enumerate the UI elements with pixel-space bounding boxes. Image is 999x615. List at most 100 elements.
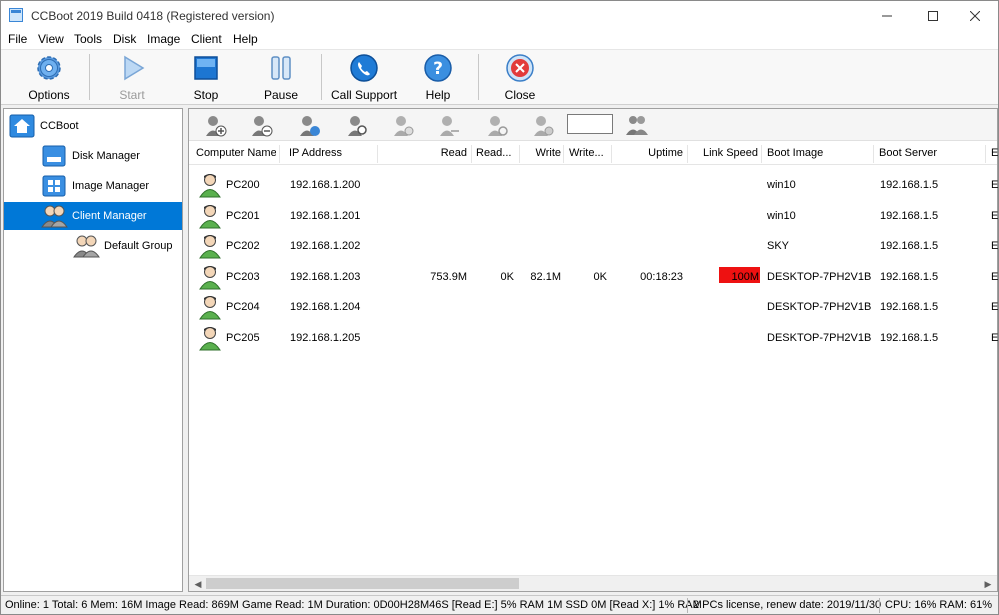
- cell-name: PC202: [226, 240, 260, 253]
- table-row[interactable]: PC203 192.168.1.203 753.9M 0K 82.1M 0K 00:18:2…: [189, 262, 998, 293]
- client-pc-icon: [199, 265, 221, 290]
- cell-name: PC201: [226, 209, 260, 222]
- toolbar-separator: [89, 54, 90, 100]
- menu-tools[interactable]: Tools: [74, 32, 102, 46]
- grid-header: Computer Name IP Address Read Read... Wr…: [189, 143, 999, 165]
- client-tool-icon[interactable]: [391, 113, 415, 137]
- title-bar[interactable]: CCBoot 2019 Build 0418 (Registered versi…: [1, 1, 998, 31]
- close-window-button[interactable]: [952, 1, 998, 31]
- add-client-icon[interactable]: [203, 113, 227, 137]
- table-row[interactable]: PC205 192.168.1.205 DESKTOP-7PH2V1B 192.168…: [189, 323, 999, 354]
- cell-extra: E: [991, 209, 999, 222]
- header-boot-image[interactable]: Boot Image: [767, 147, 867, 159]
- stop-button[interactable]: Stop: [183, 53, 229, 103]
- header-divider: [611, 145, 612, 163]
- client-list-panel: Computer Name IP Address Read Read... Wr…: [188, 108, 998, 592]
- cell-extra: E: [991, 332, 999, 344]
- header-extra[interactable]: E: [991, 147, 999, 159]
- header-link-speed[interactable]: Link Speed: [694, 147, 758, 159]
- cell-boot-server: 192.168.1.5: [880, 209, 939, 222]
- menu-help[interactable]: Help: [233, 32, 258, 46]
- maximize-icon: [928, 11, 938, 21]
- cell-ip: 192.168.1.201: [290, 209, 361, 222]
- header-read[interactable]: Read: [419, 147, 467, 159]
- edit-client-icon[interactable]: [297, 113, 321, 137]
- cell-read-speed: 0K: [500, 270, 514, 283]
- header-read-speed[interactable]: Read...: [476, 147, 518, 159]
- header-uptime[interactable]: Uptime: [629, 147, 683, 159]
- header-divider: [471, 145, 472, 163]
- search-client-icon[interactable]: [345, 113, 369, 137]
- table-row[interactable]: PC204 192.168.1.204 DESKTOP-7PH2V1B 192.168…: [189, 292, 999, 323]
- status-divider: [687, 598, 688, 613]
- close-button[interactable]: Close: [497, 53, 543, 103]
- menu-client[interactable]: Client: [191, 32, 222, 46]
- scroll-thumb[interactable]: [206, 578, 519, 589]
- remove-client-icon[interactable]: [249, 113, 273, 137]
- tree-item-image-manager[interactable]: Image Manager: [40, 172, 149, 200]
- maximize-button[interactable]: [910, 1, 956, 31]
- client-group-icon[interactable]: [625, 113, 649, 137]
- minimize-button[interactable]: [864, 1, 910, 31]
- cell-uptime: 00:18:23: [640, 270, 683, 283]
- header-write-speed[interactable]: Write...: [569, 147, 609, 159]
- cell-boot-server: 192.168.1.5: [880, 332, 939, 344]
- cell-boot-image: SKY: [767, 240, 790, 253]
- disk-manager-icon: [42, 145, 66, 167]
- header-write[interactable]: Write: [524, 147, 561, 159]
- cell-name: PC205: [226, 332, 260, 344]
- cell-extra: E: [991, 240, 999, 253]
- table-row[interactable]: PC200 192.168.1.200 win10 192.168.1.5 E: [189, 170, 998, 201]
- header-divider: [279, 145, 280, 163]
- image-manager-icon: [42, 175, 66, 197]
- menu-view[interactable]: View: [38, 32, 64, 46]
- cell-extra: E: [991, 301, 999, 314]
- call-support-button[interactable]: Call Support: [331, 53, 397, 103]
- pause-button[interactable]: Pause: [257, 53, 305, 103]
- tree-item-client-manager[interactable]: Client Manager: [4, 202, 182, 230]
- client-pc-icon: [199, 235, 221, 259]
- menu-disk[interactable]: Disk: [113, 32, 136, 46]
- cell-ip: 192.168.1.202: [290, 240, 361, 253]
- cell-boot-image: DESKTOP-7PH2V1B: [767, 332, 872, 344]
- menu-image[interactable]: Image: [147, 32, 180, 46]
- cell-boot-server: 192.168.1.5: [880, 301, 939, 314]
- close-icon: [970, 11, 980, 21]
- cell-name: PC200: [226, 179, 260, 191]
- options-button[interactable]: Options: [23, 53, 75, 103]
- status-bar: Online: 1 Total: 6 Mem: 16M Image Read: …: [1, 595, 998, 614]
- status-divider: [879, 598, 880, 613]
- header-computer-name[interactable]: Computer Name: [196, 147, 276, 159]
- scroll-left-icon[interactable]: ◀: [191, 577, 205, 591]
- group-icon: [73, 235, 100, 258]
- client-refresh-icon[interactable]: [485, 113, 509, 137]
- header-ip-address[interactable]: IP Address: [289, 147, 379, 159]
- start-button[interactable]: Start: [109, 53, 155, 103]
- cell-boot-image: win10: [767, 179, 796, 191]
- status-cpu: CPU: 16% RAM: 61%: [885, 599, 992, 611]
- pause-icon: [271, 56, 291, 80]
- cell-boot-server: 192.168.1.5: [880, 179, 939, 191]
- header-divider: [687, 145, 688, 163]
- cell-read: 753.9M: [430, 270, 467, 283]
- menu-file[interactable]: File: [8, 32, 27, 46]
- header-boot-server[interactable]: Boot Server: [879, 147, 969, 159]
- minimize-icon: [882, 15, 892, 17]
- client-settings-icon[interactable]: [531, 113, 555, 137]
- cell-name: PC204: [226, 301, 260, 314]
- cell-boot-server: 192.168.1.5: [880, 240, 939, 253]
- cell-write: 82.1M: [530, 270, 561, 283]
- tree-item-default-group[interactable]: Default Group: [72, 232, 172, 260]
- table-row[interactable]: PC201 192.168.1.201 win10 192.168.1.5 E: [189, 201, 999, 232]
- svg-text:?: ?: [433, 59, 443, 79]
- scroll-right-icon[interactable]: ▶: [981, 577, 995, 591]
- filter-input[interactable]: [567, 114, 613, 134]
- tree-item-disk-manager[interactable]: Disk Manager: [40, 142, 140, 170]
- table-row[interactable]: PC202 192.168.1.202 SKY 192.168.1.5 E: [189, 231, 999, 262]
- help-button[interactable]: ? Help: [415, 53, 461, 103]
- client-minus-icon[interactable]: [437, 113, 461, 137]
- status-main: Online: 1 Total: 6 Mem: 16M Image Read: …: [5, 599, 702, 611]
- tree-item-ccboot[interactable]: CCBoot: [8, 112, 79, 140]
- horizontal-scrollbar[interactable]: ◀ ▶: [189, 575, 997, 591]
- toolbar-separator: [478, 54, 479, 100]
